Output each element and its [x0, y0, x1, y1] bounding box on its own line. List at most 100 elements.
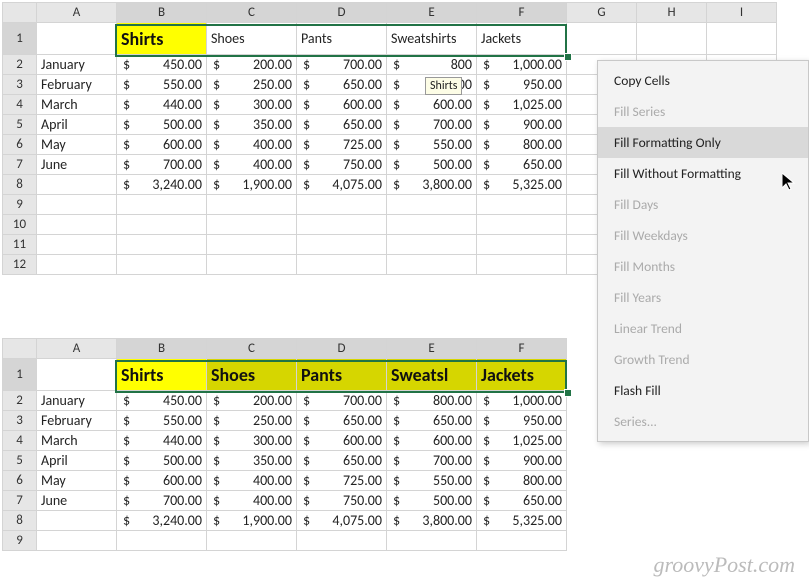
fill-handle-icon[interactable]	[564, 389, 572, 397]
cell[interactable]: 550.00	[387, 471, 477, 491]
cell[interactable]	[387, 215, 477, 235]
cell[interactable]: 650.00	[387, 411, 477, 431]
cell[interactable]	[207, 255, 297, 275]
cell[interactable]	[477, 215, 567, 235]
cell[interactable]	[567, 23, 637, 55]
cell[interactable]: 550.00	[117, 75, 207, 95]
cell[interactable]: May	[37, 471, 117, 491]
cell[interactable]: 650.00	[297, 451, 387, 471]
cell[interactable]: 1,025.00	[477, 95, 567, 115]
cell[interactable]: 250.00	[207, 75, 297, 95]
cell[interactable]: 650.00	[477, 491, 567, 511]
cell[interactable]	[387, 195, 477, 215]
row-header[interactable]: 1	[3, 359, 37, 391]
cell[interactable]	[117, 531, 207, 551]
col-header-F[interactable]: F	[477, 3, 567, 23]
cell[interactable]	[297, 255, 387, 275]
row-header[interactable]: 9	[3, 531, 37, 551]
col-header-E[interactable]: E	[387, 339, 477, 359]
row-header[interactable]: 10	[3, 215, 37, 235]
cell[interactable]	[207, 531, 297, 551]
cell[interactable]: January	[37, 55, 117, 75]
row-header[interactable]: 12	[3, 255, 37, 275]
col-header-D[interactable]: D	[297, 3, 387, 23]
row-header[interactable]: 11	[3, 235, 37, 255]
cell[interactable]	[477, 195, 567, 215]
col-header-C[interactable]: C	[207, 339, 297, 359]
cell[interactable]: 700.00	[117, 491, 207, 511]
cell[interactable]: 650.00	[297, 75, 387, 95]
cell-total[interactable]: 3,800.00	[387, 511, 477, 531]
cell[interactable]: 400.00	[207, 155, 297, 175]
cell[interactable]	[117, 255, 207, 275]
cell[interactable]	[297, 195, 387, 215]
cell[interactable]: 600.00	[387, 431, 477, 451]
cell[interactable]	[207, 215, 297, 235]
cell[interactable]	[387, 235, 477, 255]
cell[interactable]: 550.00	[117, 411, 207, 431]
cell-header-pants[interactable]: Pants	[297, 359, 387, 391]
cell[interactable]: 800.00	[477, 471, 567, 491]
cell-header-sweatshirts[interactable]: Sweatshirts	[387, 23, 477, 55]
cell-total[interactable]: 3,800.00	[387, 175, 477, 195]
cell[interactable]: 950.00	[477, 411, 567, 431]
cell[interactable]	[297, 215, 387, 235]
cell-header-sweatshirts[interactable]: Sweatsl	[387, 359, 477, 391]
cell-header-shoes[interactable]: Shoes	[207, 23, 297, 55]
cell[interactable]: 250.00	[207, 411, 297, 431]
col-header-F[interactable]: F	[477, 339, 567, 359]
cell[interactable]: 1,000.00	[477, 391, 567, 411]
cell[interactable]: 200.00	[207, 55, 297, 75]
cell[interactable]: 600.00	[297, 431, 387, 451]
cell[interactable]: 450.00	[117, 55, 207, 75]
cell-total[interactable]: 4,075.00	[297, 511, 387, 531]
cell[interactable]	[117, 195, 207, 215]
cell-header-shirts[interactable]: Shirts	[117, 359, 207, 391]
cell[interactable]: 550.00	[387, 135, 477, 155]
cell[interactable]	[477, 255, 567, 275]
menu-fill-without-formatting[interactable]: Fill Without Formatting	[598, 158, 808, 189]
cell[interactable]: 700.00	[387, 115, 477, 135]
cell-total[interactable]: 1,900.00	[207, 511, 297, 531]
cell[interactable]: 650.00	[297, 115, 387, 135]
row-header[interactable]: 4	[3, 431, 37, 451]
cell[interactable]: March	[37, 95, 117, 115]
cell[interactable]: 725.00	[297, 135, 387, 155]
cell-total[interactable]: 5,325.00	[477, 511, 567, 531]
menu-fill-formatting-only[interactable]: Fill Formatting Only	[598, 127, 808, 158]
cell[interactable]	[37, 511, 117, 531]
cell[interactable]: February	[37, 75, 117, 95]
cell[interactable]: 600.00	[387, 95, 477, 115]
col-header-A[interactable]: A	[37, 339, 117, 359]
cell[interactable]	[637, 23, 707, 55]
cell[interactable]	[387, 531, 477, 551]
cell[interactable]: 400.00	[207, 471, 297, 491]
cell[interactable]	[117, 235, 207, 255]
cell[interactable]: 650.00	[297, 411, 387, 431]
menu-flash-fill[interactable]: Flash Fill	[598, 375, 808, 406]
cell[interactable]: 300.00	[207, 95, 297, 115]
cell[interactable]	[387, 255, 477, 275]
col-header-H[interactable]: H	[637, 3, 707, 23]
row-header[interactable]: 7	[3, 491, 37, 511]
cell[interactable]	[37, 359, 117, 391]
cell[interactable]: 700.00	[297, 391, 387, 411]
cell[interactable]: April	[37, 115, 117, 135]
cell-total[interactable]: 5,325.00	[477, 175, 567, 195]
col-header-A[interactable]: A	[37, 3, 117, 23]
cell[interactable]: 700.00	[297, 55, 387, 75]
row-header[interactable]: 2	[3, 391, 37, 411]
row-header[interactable]: 1	[3, 23, 37, 55]
cell[interactable]: 725.00	[297, 471, 387, 491]
cell-total[interactable]: 1,900.00	[207, 175, 297, 195]
menu-copy-cells[interactable]: Copy Cells	[598, 65, 808, 96]
row-header[interactable]: 8	[3, 175, 37, 195]
cell[interactable]	[297, 235, 387, 255]
spreadsheet-bottom[interactable]: A B C D E F 1 Shirts Shoes Pants Sweatsl…	[2, 338, 567, 551]
cell[interactable]	[207, 235, 297, 255]
cell[interactable]: 400.00	[207, 491, 297, 511]
cell[interactable]	[37, 195, 117, 215]
row-header[interactable]: 2	[3, 55, 37, 75]
cell-total[interactable]: 3,240.00	[117, 175, 207, 195]
cell[interactable]: 350.00	[207, 115, 297, 135]
